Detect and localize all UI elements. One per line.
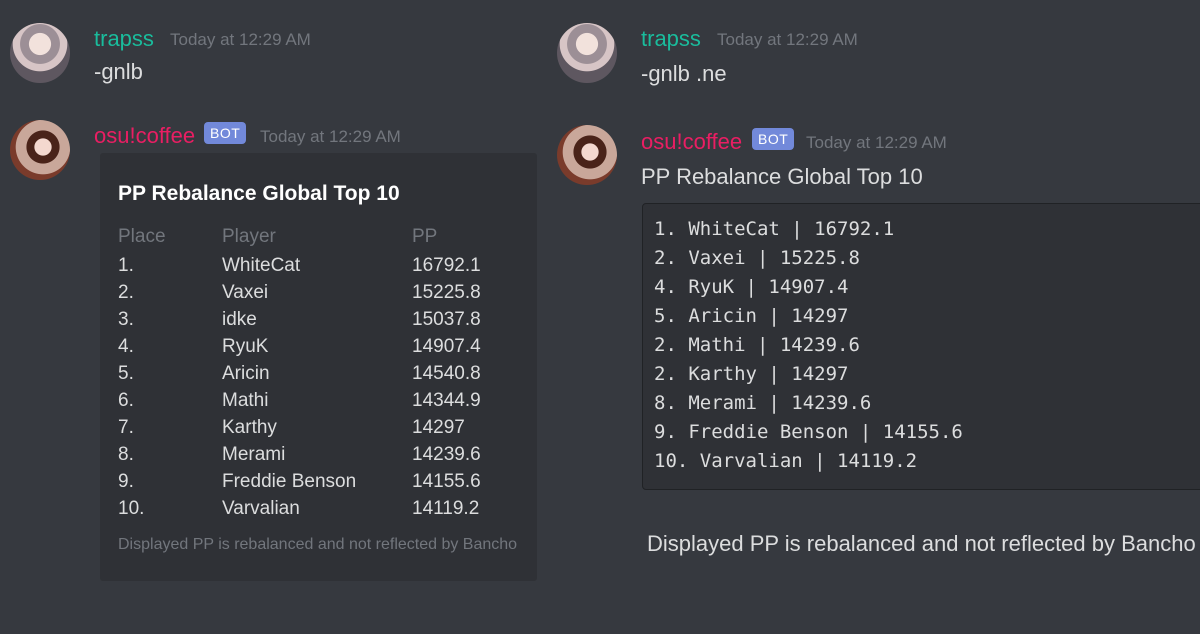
left-chat-panel: trapss Today at 12:29 AM -gnlb osu!coffe… xyxy=(0,0,548,634)
pp-cell: 14239.6 xyxy=(412,444,481,465)
message-text: PP Rebalance Global Top 10 xyxy=(641,164,923,189)
timestamp: Today at 12:29 AM xyxy=(170,30,311,49)
pp-cell: 15037.8 xyxy=(412,309,481,330)
code-line: 2. Vaxei | 15225.8 xyxy=(654,247,860,269)
leaderboard-row: 10. Varvalian 14119.2 xyxy=(100,498,537,525)
username[interactable]: trapss xyxy=(641,26,701,52)
leaderboard-row: 8. Merami 14239.6 xyxy=(100,444,537,471)
place-cell: 9. xyxy=(118,471,134,492)
pp-cell: 16792.1 xyxy=(412,255,481,276)
pp-cell: 15225.8 xyxy=(412,282,481,303)
embed-title: PP Rebalance Global Top 10 xyxy=(118,182,400,205)
code-line: 2. Mathi | 14239.6 xyxy=(654,334,860,356)
player-cell: Varvalian xyxy=(222,498,300,519)
leaderboard-row: 1. WhiteCat 16792.1 xyxy=(100,255,537,282)
pp-cell: 14297 xyxy=(412,417,465,438)
pp-cell: 14119.2 xyxy=(412,498,480,519)
player-cell: RyuK xyxy=(222,336,269,357)
place-cell: 10. xyxy=(118,498,145,519)
pp-cell: 14907.4 xyxy=(412,336,481,357)
osucoffee-avatar[interactable] xyxy=(10,120,70,180)
embed-footer: Displayed PP is rebalanced and not refle… xyxy=(118,536,518,553)
column-header-player: Player xyxy=(222,226,276,247)
place-cell: 4. xyxy=(118,336,134,357)
user-message: trapss Today at 12:29 AM -gnlb xyxy=(0,0,548,100)
leaderboard-row: 9. Freddie Benson 14155.6 xyxy=(100,471,537,498)
player-cell: Aricin xyxy=(222,363,270,384)
player-cell: Karthy xyxy=(222,417,277,438)
place-cell: 3. xyxy=(118,309,134,330)
place-cell: 2. xyxy=(118,282,134,303)
bot-badge: BOT xyxy=(204,122,247,144)
leaderboard-row: 5. Aricin 14540.8 xyxy=(100,363,537,390)
player-cell: Mathi xyxy=(222,390,269,411)
osucoffee-avatar[interactable] xyxy=(557,125,617,185)
footer-text: Displayed PP is rebalanced and not refle… xyxy=(647,531,1196,556)
timestamp: Today at 12:29 AM xyxy=(260,127,401,146)
bot-badge: BOT xyxy=(752,128,795,150)
place-cell: 8. xyxy=(118,444,134,465)
column-header-place: Place xyxy=(118,226,166,247)
code-line: 4. RyuK | 14907.4 xyxy=(654,276,849,298)
code-line: 5. Aricin | 14297 xyxy=(654,305,849,327)
trapss-avatar[interactable] xyxy=(557,23,617,83)
code-line: 1. WhiteCat | 16792.1 xyxy=(654,218,895,240)
leaderboard-row: 7. Karthy 14297 xyxy=(100,417,537,444)
timestamp: Today at 12:29 AM xyxy=(806,133,947,152)
code-block: 1. WhiteCat | 16792.1 2. Vaxei | 15225.8… xyxy=(642,203,1200,490)
user-message: trapss Today at 12:29 AM -gnlb .ne xyxy=(548,0,1200,100)
timestamp: Today at 12:29 AM xyxy=(717,30,858,49)
leaderboard-row: 2. Vaxei 15225.8 xyxy=(100,282,537,309)
right-chat-panel: trapss Today at 12:29 AM -gnlb .ne osu!c… xyxy=(548,0,1200,634)
place-cell: 5. xyxy=(118,363,134,384)
code-line: 8. Merami | 14239.6 xyxy=(654,392,872,414)
player-cell: Freddie Benson xyxy=(222,471,357,492)
player-cell: WhiteCat xyxy=(222,255,301,276)
bot-message: osu!coffee BOT Today at 12:29 AM PP Reba… xyxy=(548,110,1200,210)
column-header-pp: PP xyxy=(412,226,438,247)
code-line: 10. Varvalian | 14119.2 xyxy=(654,450,918,472)
message-text: -gnlb xyxy=(94,59,143,84)
pp-cell: 14540.8 xyxy=(412,363,481,384)
trapss-avatar[interactable] xyxy=(10,23,70,83)
pp-cell: 14344.9 xyxy=(412,390,481,411)
username[interactable]: trapss xyxy=(94,26,154,52)
player-cell: Vaxei xyxy=(222,282,269,303)
code-line: 2. Karthy | 14297 xyxy=(654,363,849,385)
player-cell: idke xyxy=(222,309,257,330)
bot-username[interactable]: osu!coffee xyxy=(641,129,742,155)
place-cell: 6. xyxy=(118,390,134,411)
leaderboard-row: 6. Mathi 14344.9 xyxy=(100,390,537,417)
leaderboard-row: 3. idke 15037.8 xyxy=(100,309,537,336)
code-line: 9. Freddie Benson | 14155.6 xyxy=(654,421,963,443)
pp-cell: 14155.6 xyxy=(412,471,481,492)
leaderboard-row: 4. RyuK 14907.4 xyxy=(100,336,537,363)
leaderboard-embed: PP Rebalance Global Top 10 Place Player … xyxy=(100,153,537,581)
message-text: -gnlb .ne xyxy=(641,61,727,86)
place-cell: 1. xyxy=(118,255,134,276)
bot-username[interactable]: osu!coffee xyxy=(94,123,195,149)
player-cell: Merami xyxy=(222,444,286,465)
place-cell: 7. xyxy=(118,417,134,438)
